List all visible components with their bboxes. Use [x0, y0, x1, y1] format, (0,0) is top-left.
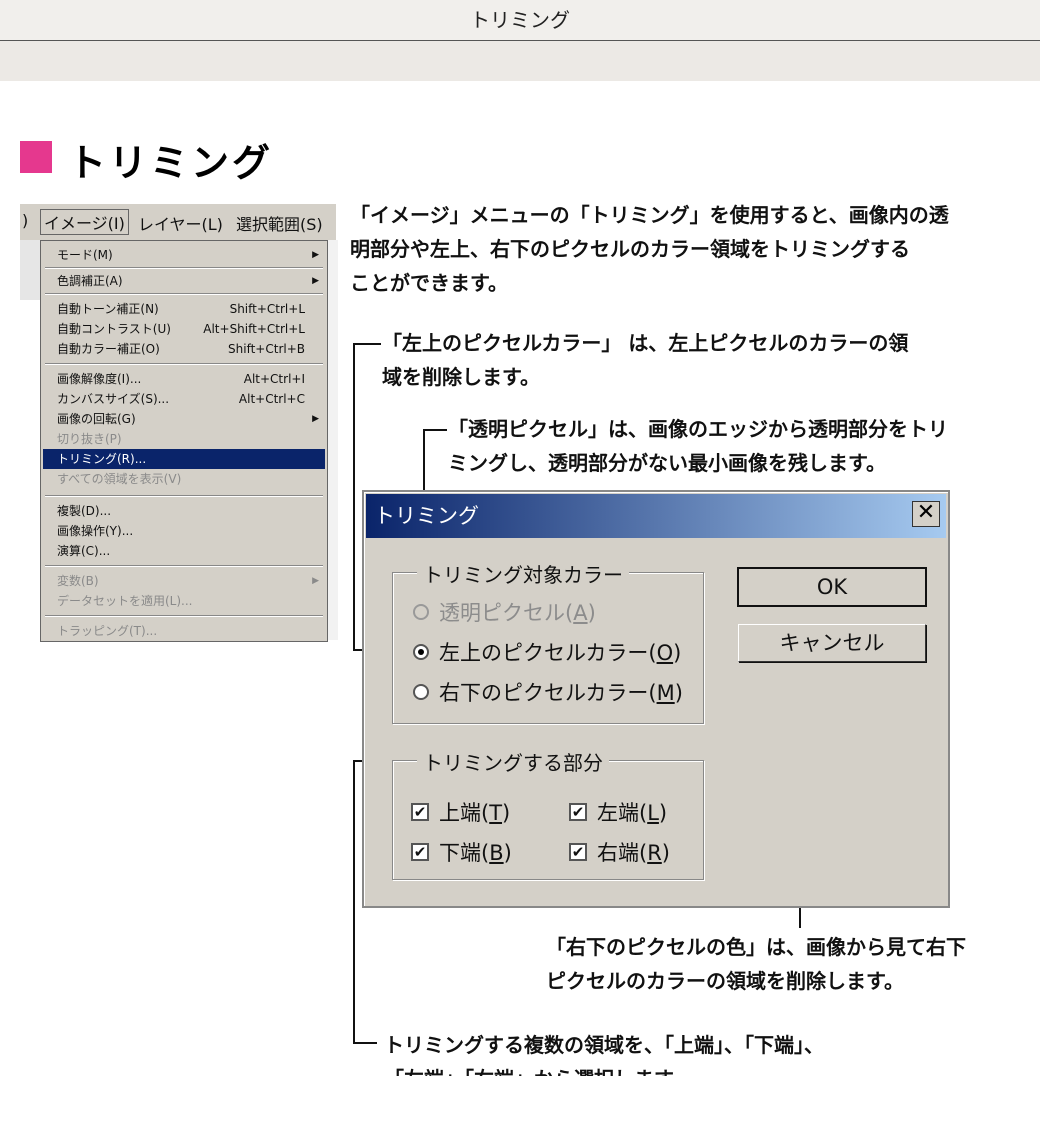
menu-item-auto-contrast[interactable]: 自動コントラスト(U) Alt+Shift+Ctrl+L	[43, 319, 325, 339]
leader-line	[353, 760, 355, 1044]
menu-separator	[45, 267, 323, 269]
dialog-title-bar: トリミング ✕	[366, 494, 946, 538]
menu-item-auto-color[interactable]: 自動カラー補正(O) Shift+Ctrl+B	[43, 339, 325, 359]
trim-away-label: トリミングする部分	[417, 747, 609, 776]
background-window-edge	[20, 240, 40, 300]
checkbox-icon: ✔	[411, 843, 429, 861]
checkbox-left[interactable]: ✔ 左端(L)	[569, 797, 667, 827]
checkbox-icon: ✔	[569, 803, 587, 821]
menu-item-auto-tone[interactable]: 自動トーン補正(N) Shift+Ctrl+L	[43, 299, 325, 319]
menu-separator	[45, 495, 323, 497]
menu-item-duplicate[interactable]: 複製(D)...	[43, 501, 325, 521]
menu-item-mode[interactable]: モード(M) ▶	[43, 245, 325, 265]
menu-item-calculations[interactable]: 演算(C)...	[43, 541, 325, 561]
leader-line	[353, 343, 381, 345]
menu-item-trim[interactable]: トリミング(R)...	[43, 449, 325, 469]
background-window-edge-right	[328, 240, 338, 640]
submenu-arrow-icon: ▶	[312, 250, 319, 260]
menu-item-crop: 切り抜き(P)	[57, 432, 122, 446]
submenu-arrow-icon: ▶	[312, 414, 319, 424]
ok-button[interactable]: OK	[737, 567, 927, 607]
menu-select[interactable]: 選択範囲(S)	[236, 211, 323, 235]
based-on-label: トリミング対象カラー	[417, 559, 629, 588]
checkbox-icon: ✔	[569, 843, 587, 861]
checkbox-top[interactable]: ✔ 上端(T)	[411, 797, 510, 827]
leader-line	[353, 1042, 377, 1044]
submenu-arrow-icon: ▶	[312, 576, 319, 586]
menu-bar: ) イメージ(I) レイヤー(L) 選択範囲(S)	[20, 204, 336, 241]
menu-item-rotate[interactable]: 画像の回転(G) ▶	[43, 409, 325, 429]
description: 「イメージ」メニューの「トリミング」を使用すると、画像内の透 明部分や左上、右下…	[350, 203, 949, 295]
checkbox-bottom[interactable]: ✔ 下端(B)	[411, 837, 512, 867]
menu-bar-partial: )	[22, 211, 29, 230]
checkbox-icon: ✔	[411, 803, 429, 821]
radio-icon	[413, 644, 429, 660]
callout-top-left-pixel: 「左上のピクセルカラー」 は、左上ピクセルのカラーの領 域を削除します。	[382, 331, 909, 389]
menu-item-image-size[interactable]: 画像解像度(I)... Alt+Ctrl+I	[43, 369, 325, 389]
radio-icon	[413, 604, 429, 620]
callout-transparent-pixels: 「透明ピクセル」は、画像のエッジから透明部分をトリ ミングし、透明部分がない最小…	[448, 417, 948, 475]
leader-line	[353, 343, 355, 650]
menu-layer[interactable]: レイヤー(L)	[138, 211, 223, 235]
menu-separator	[45, 293, 323, 295]
based-on-group: トリミング対象カラー 透明ピクセル(A) 左上のピクセルカラー(O) 右下のピク…	[392, 559, 704, 724]
radio-icon	[413, 684, 429, 700]
toolbar-strip	[0, 41, 1040, 81]
leader-line	[423, 429, 447, 431]
page-heading: トリミング	[68, 141, 274, 185]
menu-separator	[45, 363, 323, 365]
menu-item-adjustments[interactable]: 色調補正(A) ▶	[43, 271, 325, 291]
radio-bottom-right-pixel[interactable]: 右下のピクセルカラー(M)	[413, 677, 683, 707]
callout-bottom-right-pixel: 「右下のピクセルの色」は、画像から見て右下 ピクセルのカラーの領域を削除します。	[546, 935, 966, 993]
window-title: トリミング	[0, 0, 1040, 41]
checkbox-right[interactable]: ✔ 右端(R)	[569, 837, 670, 867]
menu-item-reveal-all: すべての領域を表示(V)	[57, 472, 182, 486]
menu-item-apply-image[interactable]: 画像操作(Y)...	[43, 521, 325, 541]
callout-trim-parts: トリミングする複数の領域を、「上端」、「下端」、 「左端」「右端」から選択します…	[384, 1033, 824, 1076]
menu-item-canvas-size[interactable]: カンバスサイズ(S)... Alt+Ctrl+C	[43, 389, 325, 409]
cancel-button[interactable]: キャンセル	[738, 624, 926, 662]
image-menu-dropdown: モード(M) ▶ 色調補正(A) ▶ 自動トーン補正(N) Shift+Ctrl+L …	[40, 240, 328, 642]
menu-item-apply-dataset: データセットを適用(L)...	[57, 594, 193, 608]
trim-away-group: トリミングする部分 ✔ 上端(T) ✔ 左端(L) ✔ 下端(B) ✔ 右端(R)	[392, 747, 704, 880]
heading-marker	[20, 141, 52, 173]
close-icon[interactable]: ✕	[912, 501, 940, 527]
menu-item-trapping: トラッピング(T)...	[57, 624, 158, 638]
menu-item-variables: 変数(B) ▶	[43, 571, 325, 591]
trim-dialog: トリミング ✕ トリミング対象カラー 透明ピクセル(A) 左上のピクセルカラー(…	[362, 490, 950, 908]
submenu-arrow-icon: ▶	[312, 276, 319, 286]
radio-transparent-pixels: 透明ピクセル(A)	[413, 597, 596, 627]
menu-separator	[45, 615, 323, 617]
menu-separator	[45, 565, 323, 567]
menu-image[interactable]: イメージ(I)	[40, 209, 129, 235]
radio-top-left-pixel[interactable]: 左上のピクセルカラー(O)	[413, 637, 681, 667]
dialog-title: トリミング	[374, 504, 479, 528]
